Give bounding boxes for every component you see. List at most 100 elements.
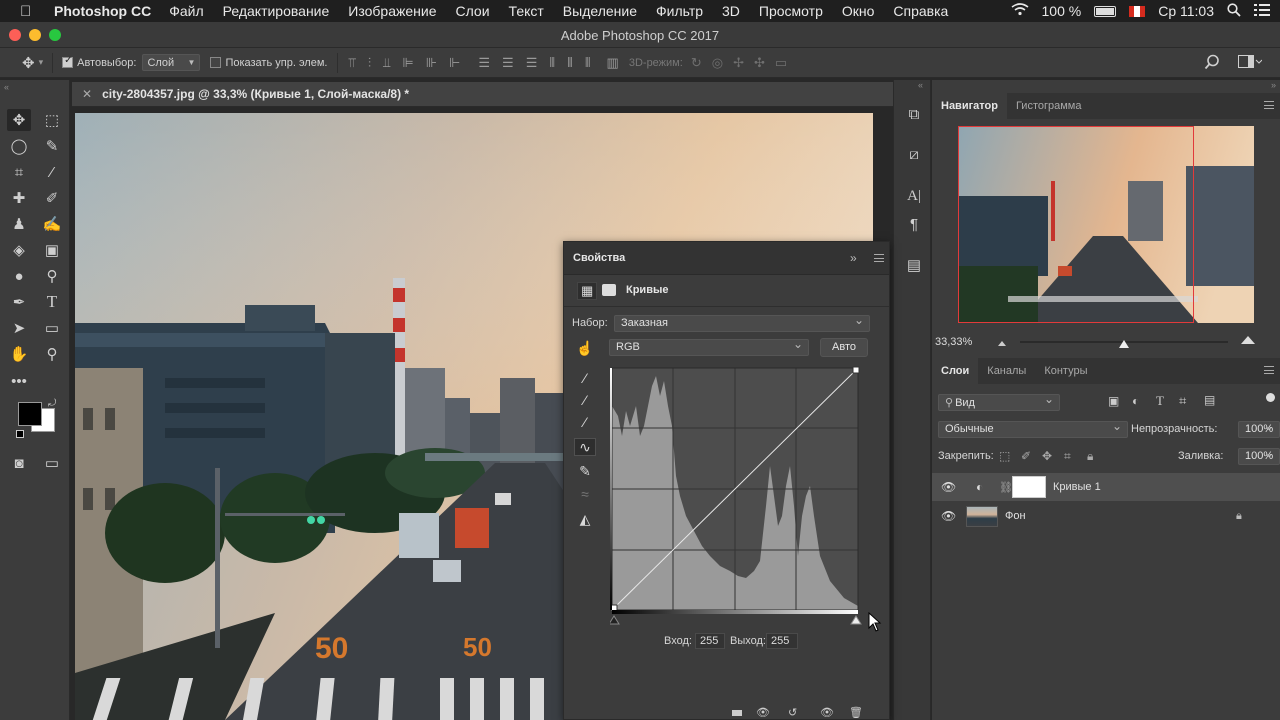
curve-pencil-icon[interactable]: ✎ — [574, 462, 596, 480]
layer-thumbnail[interactable] — [966, 506, 998, 527]
align-left-icon[interactable]: ⊫ — [402, 55, 413, 71]
blend-mode-select[interactable]: Обычные — [938, 419, 1128, 438]
move-tool-icon[interactable]: ✥ — [7, 109, 31, 131]
distribute-bottom-icon[interactable]: ☰ — [526, 55, 538, 71]
white-point-eyedropper-icon[interactable]: ⁄ — [574, 413, 596, 431]
3d-slide-icon[interactable]: ✣ — [754, 55, 765, 71]
lock-image-pixels-icon[interactable]: ✐ — [1021, 449, 1031, 463]
navigator-zoom-slider-thumb[interactable] — [1118, 338, 1130, 348]
input-source-flag-icon[interactable] — [1129, 5, 1146, 17]
eraser-tool-icon[interactable]: ◈ — [7, 239, 31, 261]
tab-histogram[interactable]: Гистограмма — [1007, 93, 1091, 119]
menu-window[interactable]: Окно — [842, 3, 875, 19]
type-tool-icon[interactable]: T — [40, 291, 64, 313]
clipping-warning-icon[interactable]: ◭ — [574, 510, 596, 528]
autoselect-checkbox[interactable] — [62, 55, 74, 68]
lasso-tool-icon[interactable]: ◯ — [7, 135, 31, 157]
reset-icon[interactable]: ↺ — [788, 706, 797, 719]
tool-preset-chevron-icon[interactable]: ▾ — [39, 57, 44, 68]
align-top-icon[interactable]: ⫪ — [348, 55, 355, 71]
apple-icon[interactable]:  — [20, 3, 42, 20]
quick-mask-icon[interactable]: ◙ — [7, 452, 31, 474]
lock-artboard-icon[interactable]: ⌗ — [1064, 449, 1071, 464]
filter-pixel-layers-icon[interactable]: ▣ — [1108, 394, 1119, 408]
delete-icon[interactable]: 🗑︎ — [849, 706, 863, 719]
rectangle-tool-icon[interactable]: ▭ — [40, 317, 64, 339]
visibility-eye-icon[interactable]: 👁︎ — [941, 480, 956, 494]
3d-pan-icon[interactable]: ✢ — [733, 55, 744, 71]
navigator-view-box[interactable] — [958, 126, 1194, 323]
eyedropper-tool-icon[interactable]: ⁄ — [40, 161, 64, 183]
menu-type[interactable]: Текст — [509, 3, 544, 19]
properties-panel-icon[interactable]: ▤ — [904, 256, 924, 274]
gradient-tool-icon[interactable]: ▣ — [40, 239, 64, 261]
distribute-vcenter-icon[interactable]: ☰ — [502, 55, 514, 71]
tab-layers[interactable]: Слои — [932, 358, 979, 384]
zoom-tool-icon[interactable]: ⚲ — [40, 343, 64, 365]
curve-point-edit-icon[interactable]: ∿ — [574, 438, 596, 456]
clock[interactable]: Ср 11:03 — [1158, 3, 1214, 19]
filter-shape-layers-icon[interactable]: ⌗ — [1179, 393, 1186, 409]
tab-navigator[interactable]: Навигатор — [932, 93, 1007, 119]
menu-image[interactable]: Изображение — [348, 3, 436, 19]
auto-button[interactable]: Авто — [820, 338, 868, 357]
default-colors-icon[interactable] — [16, 430, 24, 438]
smooth-curve-icon[interactable]: ≈ — [574, 485, 596, 503]
layer-filter-select[interactable]: ⚲ Вид — [938, 392, 1060, 411]
layer-name[interactable]: Кривые 1 — [1053, 481, 1101, 493]
quick-selection-tool-icon[interactable]: ✎ — [40, 135, 64, 157]
wifi-icon[interactable] — [1011, 3, 1029, 19]
collapse-dock-icon[interactable]: « — [918, 80, 923, 90]
search-icon[interactable] — [1204, 54, 1220, 73]
align-vcenter-icon[interactable]: ⫶ — [368, 55, 371, 71]
edit-toolbar-icon[interactable]: ••• — [7, 370, 31, 392]
distribute-top-icon[interactable]: ☰ — [478, 55, 490, 71]
menu-3d[interactable]: 3D — [722, 3, 740, 19]
visibility-eye-icon[interactable]: 👁︎ — [941, 509, 956, 523]
toggle-visibility-icon[interactable]: 👁︎ — [820, 706, 834, 719]
filter-adjustment-layers-icon[interactable]: ◐ — [1132, 394, 1139, 408]
auto-align-layers-icon[interactable]: ▥ — [607, 55, 619, 71]
close-document-icon[interactable]: ✕ — [82, 87, 92, 101]
search-icon[interactable] — [1227, 2, 1241, 20]
opacity-input[interactable]: 100% — [1238, 419, 1280, 438]
filter-type-layers-icon[interactable]: T — [1156, 393, 1164, 409]
distribute-hcenter-icon[interactable]: ⦀ — [567, 55, 573, 71]
healing-brush-tool-icon[interactable]: ✚ — [7, 187, 31, 209]
history-brush-tool-icon[interactable]: ✍ — [40, 213, 64, 235]
show-transform-controls-checkbox[interactable] — [210, 57, 222, 68]
filter-toggle-switch[interactable] — [1266, 393, 1275, 402]
tab-paths[interactable]: Контуры — [1035, 358, 1096, 384]
align-hcenter-icon[interactable]: ⊪ — [426, 55, 437, 71]
output-value[interactable]: 255 — [766, 633, 798, 649]
menu-file[interactable]: Файл — [169, 3, 203, 19]
dodge-tool-icon[interactable]: ⚲ — [40, 265, 64, 287]
lock-position-icon[interactable]: ✥ — [1042, 449, 1052, 463]
menu-help[interactable]: Справка — [893, 3, 948, 19]
panel-menu-icon[interactable] — [1264, 101, 1274, 109]
fill-input[interactable]: 100% — [1238, 446, 1280, 465]
curves-graph[interactable] — [610, 366, 862, 626]
layer-row[interactable]: 👁︎ Фон 🔒︎ — [932, 502, 1280, 530]
lock-transparent-pixels-icon[interactable]: ⬚ — [999, 449, 1010, 463]
screen-mode-icon[interactable]: ▭ — [40, 452, 64, 474]
black-point-eyedropper-icon[interactable]: ⁄ — [574, 369, 596, 387]
character-panel-icon[interactable]: A| — [904, 188, 924, 205]
marquee-tool-icon[interactable]: ⬚ — [40, 109, 64, 131]
swap-colors-icon[interactable]: ⤾ — [48, 398, 56, 409]
brush-settings-icon[interactable]: ⧄ — [904, 146, 924, 163]
tab-channels[interactable]: Каналы — [978, 358, 1035, 384]
align-right-icon[interactable]: ⊩ — [449, 55, 460, 71]
zoom-in-icon[interactable] — [1240, 334, 1256, 348]
paragraph-panel-icon[interactable]: ¶ — [904, 216, 924, 233]
path-selection-tool-icon[interactable]: ➤ — [7, 317, 31, 339]
mask-link-icon[interactable]: ⛓︎ — [999, 481, 1013, 494]
gray-point-eyedropper-icon[interactable]: ⁄ — [574, 391, 596, 409]
distribute-right-icon[interactable]: ⦀ — [585, 55, 591, 71]
hand-tool-icon[interactable]: ✋ — [7, 343, 31, 365]
autoselect-target-select[interactable]: Слой ▼ — [142, 54, 201, 71]
clone-stamp-tool-icon[interactable]: ♟ — [7, 213, 31, 235]
distribute-left-icon[interactable]: ⦀ — [549, 55, 555, 71]
collapse-panel-icon[interactable]: « — [4, 82, 9, 92]
filter-smart-objects-icon[interactable]: ▤ — [1204, 393, 1215, 407]
